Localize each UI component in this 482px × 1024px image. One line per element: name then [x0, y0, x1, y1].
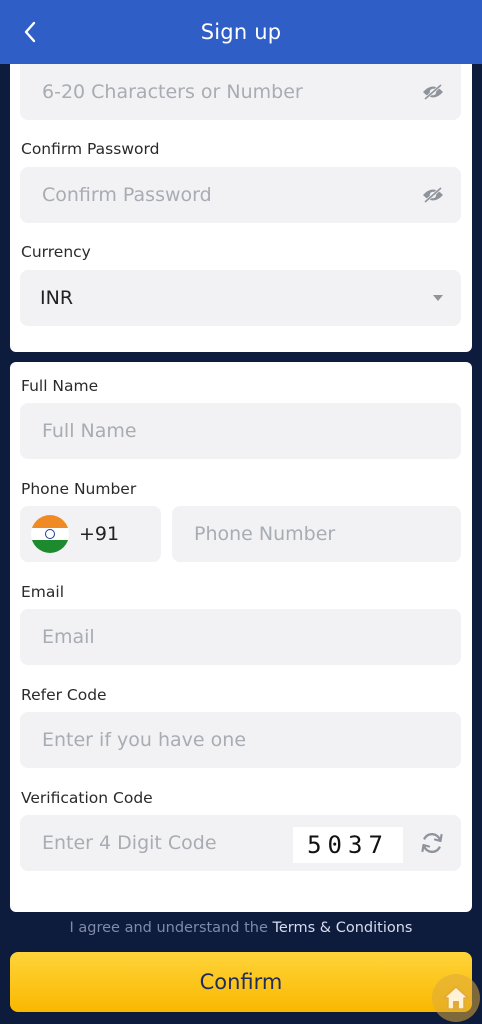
currency-dropdown-toggle[interactable]	[433, 295, 443, 301]
confirm-password-label: Confirm Password	[21, 140, 160, 158]
verification-code-input[interactable]: Enter 4 Digit Code 5037	[20, 815, 461, 871]
verification-code-placeholder: Enter 4 Digit Code	[42, 832, 217, 854]
refer-code-input[interactable]: Enter if you have one	[20, 712, 461, 768]
confirm-password-input[interactable]: Confirm Password	[20, 167, 461, 223]
country-code-value: +91	[79, 523, 120, 545]
confirm-button[interactable]: Confirm	[10, 952, 472, 1012]
phone-number-label: Phone Number	[21, 480, 137, 498]
phone-number-placeholder: Phone Number	[194, 523, 336, 545]
eye-off-icon	[423, 83, 443, 101]
captcha-refresh-button[interactable]	[419, 830, 445, 856]
verification-code-label: Verification Code	[21, 789, 153, 807]
refresh-icon	[421, 832, 443, 854]
terms-agreement: I agree and understand the Terms & Condi…	[0, 920, 482, 936]
profile-card: Full Name Full Name Phone Number +91 Pho…	[10, 362, 472, 912]
terms-link[interactable]: Terms & Conditions	[272, 920, 412, 936]
email-label: Email	[21, 583, 65, 601]
chevron-left-icon	[24, 21, 36, 43]
password-placeholder: 6-20 Characters or Number	[42, 81, 303, 103]
full-name-label: Full Name	[21, 377, 99, 395]
refer-code-label: Refer Code	[21, 686, 107, 704]
password-input[interactable]: 6-20 Characters or Number	[20, 64, 461, 120]
captcha-image: 5037	[293, 827, 403, 863]
confirm-password-visibility-toggle[interactable]	[421, 186, 445, 204]
country-code-select[interactable]: +91	[20, 506, 161, 562]
refer-code-placeholder: Enter if you have one	[42, 729, 247, 751]
password-visibility-toggle[interactable]	[421, 83, 445, 101]
terms-prefix: I agree and understand the	[69, 920, 273, 936]
header-bar: Sign up	[0, 0, 482, 64]
phone-number-input[interactable]: Phone Number	[172, 506, 461, 562]
eye-off-icon	[423, 186, 443, 204]
account-card: 6-20 Characters or Number Confirm Passwo…	[10, 64, 472, 352]
back-button[interactable]	[16, 18, 44, 46]
full-name-placeholder: Full Name	[42, 420, 137, 442]
caret-down-icon	[433, 295, 443, 301]
confirm-password-placeholder: Confirm Password	[42, 184, 212, 206]
email-input[interactable]: Email	[20, 609, 461, 665]
home-icon	[443, 986, 469, 1010]
signup-page: Sign up 6-20 Characters or Number Confir…	[0, 0, 482, 1024]
home-button[interactable]	[432, 974, 480, 1022]
currency-value: INR	[40, 287, 74, 309]
currency-select[interactable]: INR	[20, 270, 461, 326]
india-flag-icon	[31, 515, 69, 553]
full-name-input[interactable]: Full Name	[20, 403, 461, 459]
page-title: Sign up	[200, 20, 282, 44]
currency-label: Currency	[21, 243, 91, 261]
email-placeholder: Email	[42, 626, 95, 648]
